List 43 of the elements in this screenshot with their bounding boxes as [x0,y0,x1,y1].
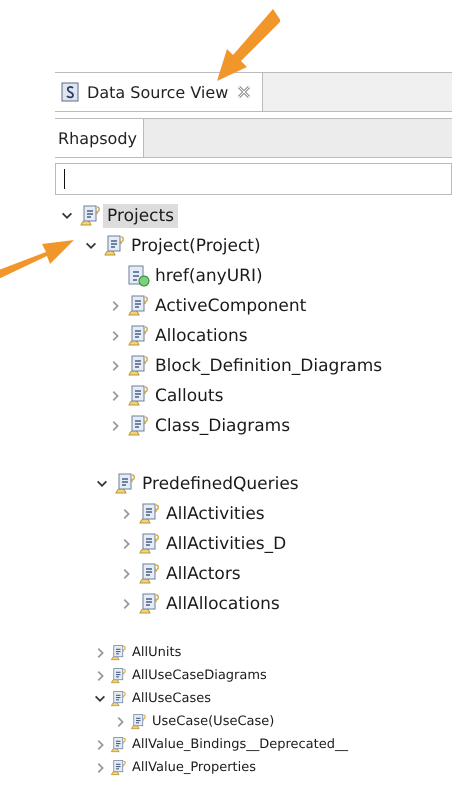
document-figure-icon [138,502,162,526]
tree-item[interactable]: AllUseCaseDiagrams [128,666,271,685]
document-figure-icon [138,532,162,556]
tree-item[interactable]: AllActivities_D [162,532,290,556]
document-icon [61,82,79,102]
tree-item[interactable]: Block_Definition_Diagrams [151,354,386,378]
tree-item[interactable]: ActiveComponent [151,294,310,318]
document-figure-icon [79,204,103,228]
document-figure-icon [110,758,128,776]
document-figure-icon [138,592,162,616]
tree-item[interactable]: AllActivities [162,502,269,526]
tree-item[interactable]: Allocations [151,324,252,348]
document-figure-icon [130,712,148,730]
tree-item[interactable]: AllValue_Properties [128,758,260,777]
document-figure-icon [110,666,128,684]
tree-item[interactable]: Project(Project) [127,234,265,258]
close-icon[interactable] [236,84,252,100]
tree-item[interactable]: AllUseCases [128,689,215,708]
document-figure-icon [138,562,162,586]
tree-item[interactable]: Callouts [151,384,228,408]
source-tab[interactable]: Rhapsody [55,119,144,157]
document-figure-icon [114,472,138,496]
document-figure-icon [127,414,151,438]
document-figure-icon [127,294,151,318]
tree-item[interactable]: href(anyURI) [151,264,267,288]
document-figure-icon [127,324,151,348]
tree-item[interactable]: UseCase(UseCase) [148,712,278,731]
tree-item[interactable]: AllActors [162,562,245,586]
search-field[interactable] [55,163,452,195]
tree-item[interactable]: AllValue_Bindings__Deprecated__ [128,735,352,754]
document-figure-icon [110,736,128,754]
document-figure-icon [110,690,128,708]
document-badge-icon [127,264,151,288]
view-tab[interactable]: Data Source View [55,73,264,111]
document-figure-icon [103,234,127,258]
document-figure-icon [110,644,128,662]
tree-item[interactable]: PredefinedQueries [138,472,303,496]
tree-item[interactable]: AllAllocations [162,592,284,616]
tree-item[interactable]: AllUnits [128,643,186,662]
document-figure-icon [127,384,151,408]
tree-item[interactable]: Projects [103,204,178,228]
tree-item[interactable]: Class_Diagrams [151,414,294,438]
document-figure-icon [127,354,151,378]
